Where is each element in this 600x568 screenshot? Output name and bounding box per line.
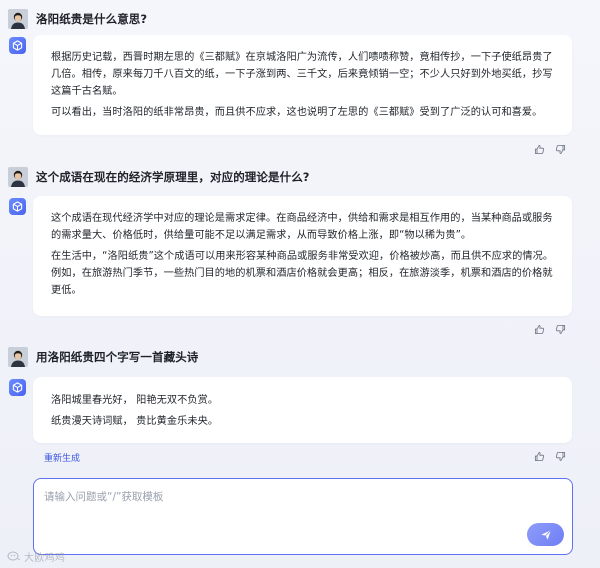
feedback-actions bbox=[533, 323, 567, 336]
poem-line: 洛阳城里春光好， 阳艳无双不负赏。 bbox=[51, 395, 219, 406]
feedback-actions bbox=[533, 143, 567, 156]
thumbs-down-icon[interactable] bbox=[554, 450, 567, 463]
watermark: 大欧鸡鸡 bbox=[7, 548, 65, 564]
regenerate-button[interactable]: 重新生成 bbox=[44, 451, 80, 464]
answer-paragraph: 在生活中，“洛阳纸贵”这个成语可以用来形容某种商品或服务非常受欢迎，价格被炒高，… bbox=[51, 251, 554, 296]
user-question: 这个成语在现在的经济学原理里，对应的理论是什么? bbox=[36, 170, 310, 184]
user-message: 洛阳纸贵是什么意思? bbox=[8, 9, 147, 29]
thumbs-down-icon[interactable] bbox=[554, 143, 567, 156]
user-question: 用洛阳纸贵四个字写一首藏头诗 bbox=[36, 350, 199, 364]
send-button[interactable] bbox=[527, 523, 564, 546]
user-message: 用洛阳纸贵四个字写一首藏头诗 bbox=[8, 347, 198, 367]
answer-paragraph: 这个成语在现代经济学中对应的理论是需求定律。在商品经济中，供给和需求是相互作用的… bbox=[51, 213, 553, 241]
thumbs-down-icon[interactable] bbox=[554, 323, 567, 336]
watermark-logo-icon bbox=[7, 551, 21, 561]
feedback-actions bbox=[533, 450, 567, 463]
answer-paragraph: 根据历史记载，西晋时期左思的《三都赋》在京城洛阳广为流传，人们啧啧称赞，竟相传抄… bbox=[51, 52, 553, 97]
user-message: 这个成语在现在的经济学原理里，对应的理论是什么? bbox=[8, 167, 310, 187]
prompt-input-box bbox=[33, 478, 573, 555]
user-avatar bbox=[8, 167, 28, 187]
answer-card: 这个成语在现代经济学中对应的理论是需求定律。在商品经济中，供给和需求是相互作用的… bbox=[33, 196, 572, 316]
watermark-text: 大欧鸡鸡 bbox=[24, 552, 66, 564]
user-question: 洛阳纸贵是什么意思? bbox=[36, 12, 148, 26]
user-avatar bbox=[8, 9, 28, 29]
thumbs-up-icon[interactable] bbox=[533, 323, 546, 336]
bot-cube-icon bbox=[9, 379, 26, 396]
answer-paragraph: 可以看出，当时洛阳的纸非常昂贵，而且供不应求，这也说明了左思的《三都赋》受到了广… bbox=[51, 107, 543, 118]
bot-cube-icon bbox=[9, 37, 26, 54]
thumbs-up-icon[interactable] bbox=[533, 143, 546, 156]
poem-line: 纸贵漫天诗词赋， 贵比黄金乐未央。 bbox=[51, 416, 219, 427]
user-avatar bbox=[8, 347, 28, 367]
answer-card: 洛阳城里春光好， 阳艳无双不负赏。 纸贵漫天诗词赋， 贵比黄金乐未央。 bbox=[33, 377, 572, 443]
prompt-input[interactable] bbox=[44, 487, 514, 507]
send-icon bbox=[540, 529, 551, 540]
thumbs-up-icon[interactable] bbox=[533, 450, 546, 463]
chat-page: 洛阳纸贵是什么意思? 根据历史记载，西晋时期左思的《三都赋》在京城洛阳广为流传，… bbox=[0, 0, 600, 568]
bot-cube-icon bbox=[9, 198, 26, 215]
answer-card: 根据历史记载，西晋时期左思的《三都赋》在京城洛阳广为流传，人们啧啧称赞，竟相传抄… bbox=[33, 35, 572, 135]
